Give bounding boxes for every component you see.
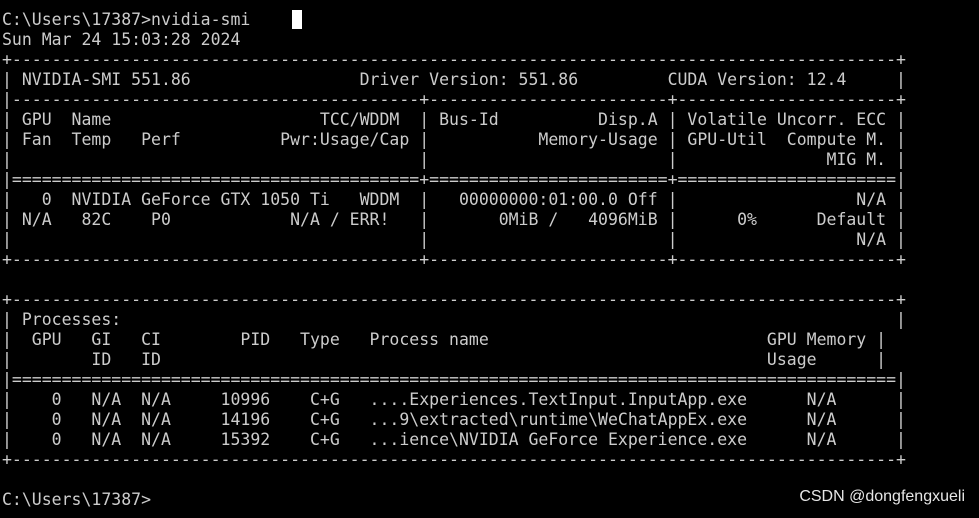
table-separator-line: |=======================================…: [2, 170, 906, 189]
text-cursor: [292, 10, 302, 29]
terminal-output[interactable]: C:\Users\17387>nvidia-smi Sun Mar 24 15:…: [2, 10, 906, 510]
process-row: | 0 N/A N/A 14196 C+G ...9\extracted\run…: [2, 410, 906, 429]
table-border-line: |---------------------------------------…: [2, 90, 906, 109]
process-row: | 0 N/A N/A 15392 C+G ...ience\NVIDIA Ge…: [2, 430, 906, 449]
table-border-line: +---------------------------------------…: [2, 50, 906, 69]
gpu-header-line: | Fan Temp Perf Pwr:Usage/Cap | Memory-U…: [2, 130, 906, 149]
process-row: | 0 N/A N/A 10996 C+G ....Experiences.Te…: [2, 390, 906, 409]
table-border-line: +---------------------------------------…: [2, 250, 906, 269]
processes-title-line: | Processes: |: [2, 310, 906, 329]
table-separator-line: |=======================================…: [2, 370, 906, 389]
prompt-line[interactable]: C:\Users\17387>: [2, 490, 906, 510]
terminal-window[interactable]: { "colors": { "background": "#000000", "…: [0, 0, 979, 518]
version-line: | NVIDIA-SMI 551.86 Driver Version: 551.…: [2, 70, 906, 89]
gpu-header-line: | GPU Name TCC/WDDM | Bus-Id Disp.A | Vo…: [2, 110, 906, 129]
gpu-row-line: | | | N/A |: [2, 230, 906, 249]
gpu-row-line: | 0 NVIDIA GeForce GTX 1050 Ti WDDM | 00…: [2, 190, 906, 209]
gpu-header-line: | | | MIG M. |: [2, 150, 906, 169]
processes-header-line: | GPU GI CI PID Type Process name GPU Me…: [2, 330, 887, 349]
processes-header-line: | ID ID Usage |: [2, 350, 887, 369]
table-border-line: +---------------------------------------…: [2, 450, 906, 469]
gpu-row-line: | N/A 82C P0 N/A / ERR! | 0MiB / 4096MiB…: [2, 210, 906, 229]
command-line: C:\Users\17387>nvidia-smi: [2, 10, 251, 29]
timestamp-line: Sun Mar 24 15:03:28 2024: [2, 30, 241, 49]
watermark: CSDN @dongfengxueli: [799, 488, 965, 505]
table-border-line: +---------------------------------------…: [2, 290, 906, 309]
